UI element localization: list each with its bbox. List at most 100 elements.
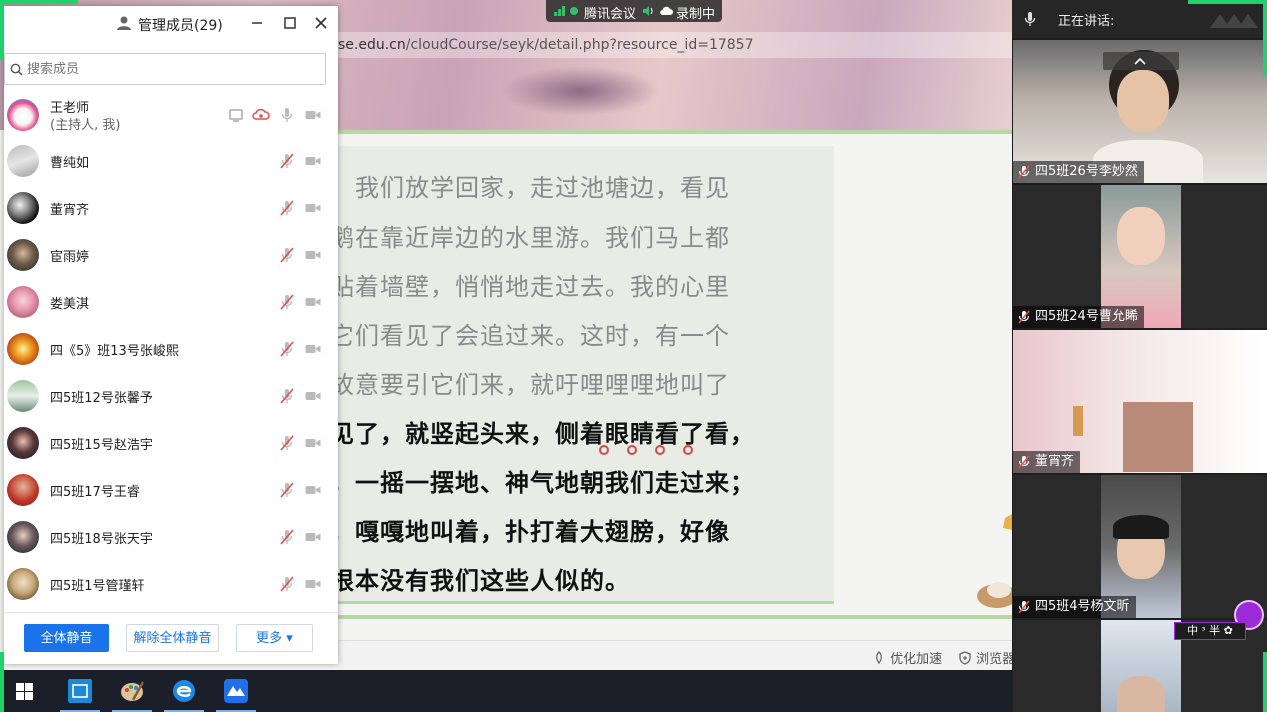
speaker-icon[interactable] — [642, 5, 654, 17]
member-name: 四5班12号张馨予 — [50, 391, 153, 406]
camera-icon[interactable] — [304, 481, 322, 499]
video-tile[interactable]: 四5班4号杨文昕 — [1013, 475, 1267, 618]
minimize-icon[interactable] — [250, 16, 264, 30]
member-name: 四5班17号王睿 — [50, 485, 140, 500]
speaking-bar: 正在讲话: — [1012, 0, 1267, 38]
microphone-muted-icon — [1018, 165, 1030, 179]
video-tile[interactable]: 四5班24号曹允睎 — [1013, 185, 1267, 328]
text-line-highlight: ，嘎嘎地叫着，扑打着大翅膀，好像 — [330, 517, 730, 546]
microphone-muted-icon[interactable] — [278, 481, 296, 499]
mute-all-button[interactable]: 全体静音 — [24, 624, 109, 652]
speaking-label: 正在讲话: — [1058, 14, 1115, 29]
member-name: 曹纯如 — [50, 156, 90, 171]
video-tile[interactable]: 董宵齐 — [1013, 330, 1267, 473]
taskbar-browser[interactable] — [160, 670, 208, 712]
camera-icon[interactable] — [304, 293, 322, 311]
microphone-icon — [1024, 12, 1036, 26]
camera-icon[interactable] — [304, 387, 322, 405]
member-row[interactable]: 四5班12号张馨予 — [4, 373, 338, 419]
member-row[interactable]: 宦雨婷 — [4, 232, 338, 278]
layout-icon[interactable] — [1210, 10, 1258, 30]
microphone-muted-icon[interactable] — [278, 340, 296, 358]
text-line-highlight: ，一摇一摆地、神气地朝我们走过来； — [330, 468, 755, 497]
search-input[interactable] — [25, 58, 315, 80]
member-row[interactable]: 四5班17号王睿 — [4, 467, 338, 513]
browser-status-strip: 优化加速 浏览器 — [338, 640, 1012, 670]
text-line-highlight: 见了，就竖起头来，侧着眼睛看了看， — [330, 419, 755, 448]
member-row[interactable]: 四《5》班13号张峻熙 — [4, 326, 338, 372]
member-name: 四5班15号赵浩宇 — [50, 438, 153, 453]
emphasis-dot — [655, 445, 665, 455]
video-label: 四5班4号杨文昕 — [1013, 596, 1136, 618]
camera-icon[interactable] — [304, 152, 322, 170]
text-line: 鹅在靠近岸边的水里游。我们马上都 — [330, 224, 730, 252]
maximize-icon[interactable] — [283, 16, 297, 30]
badge-sticker: 中 ᵌ 半 ✿ — [1174, 600, 1264, 640]
avatar — [7, 286, 39, 318]
video-tile[interactable]: 四5班26号李妙然 — [1013, 40, 1267, 183]
microphone-muted-icon[interactable] — [278, 152, 296, 170]
video-participant-name: 四5班4号杨文昕 — [1035, 599, 1130, 614]
video-face — [1117, 70, 1169, 132]
screen-share-icon[interactable] — [227, 106, 245, 124]
microphone-muted-icon[interactable] — [278, 434, 296, 452]
avatar — [7, 333, 39, 365]
member-row-host[interactable]: 王老师 (主持人, 我) — [4, 92, 338, 138]
emphasis-dot — [627, 445, 637, 455]
member-row[interactable]: 娄美淇 — [4, 279, 338, 325]
microphone-muted-icon[interactable] — [278, 575, 296, 593]
video-label: 四5班24号曹允睎 — [1013, 306, 1144, 328]
recording-status: 录制中 — [676, 7, 716, 22]
browser-link[interactable]: 浏览器 — [958, 648, 1012, 667]
taskbar-app-store[interactable] — [56, 670, 104, 712]
shield-icon — [959, 651, 971, 665]
avatar — [7, 99, 39, 131]
microphone-muted-icon[interactable] — [278, 293, 296, 311]
taskbar-tencent-meeting[interactable] — [212, 670, 260, 712]
microphone-muted-icon[interactable] — [278, 387, 296, 405]
search-box[interactable] — [4, 53, 326, 85]
member-row[interactable]: 四5班15号赵浩宇 — [4, 420, 338, 466]
text-line: 它们看见了会追过来。这时，有一个 — [330, 322, 730, 350]
member-row[interactable]: 四5班18号张天宇 — [4, 514, 338, 560]
tray-chevron-icon[interactable] — [1004, 690, 1010, 696]
microphone-icon[interactable] — [278, 106, 296, 124]
microphone-muted-icon — [1018, 600, 1030, 614]
panel-title-bar: 管理成员(29) — [4, 6, 338, 40]
taskbar-paint[interactable] — [108, 670, 156, 712]
video-label: 董宵齐 — [1013, 451, 1081, 473]
more-button[interactable]: 更多 ▾ — [236, 624, 313, 652]
palette-icon — [121, 681, 145, 701]
member-row[interactable]: 曹纯如 — [4, 138, 338, 184]
camera-icon[interactable] — [304, 528, 322, 546]
camera-icon[interactable] — [304, 106, 322, 124]
camera-icon[interactable] — [304, 434, 322, 452]
avatar — [7, 427, 39, 459]
optimize-link[interactable]: 优化加速 — [872, 648, 942, 667]
lesson-text-box: ，我们放学回家，走过池塘边，看见 鹅在靠近岸边的水里游。我们马上都 贴着墙壁，悄… — [330, 146, 834, 604]
camera-icon[interactable] — [304, 199, 322, 217]
goose-illustration — [977, 514, 1012, 608]
member-row[interactable]: 四5班1号管瑾轩 — [4, 561, 338, 607]
camera-icon[interactable] — [304, 246, 322, 264]
member-row[interactable]: 董宵齐 — [4, 185, 338, 231]
corner-mark — [1188, 0, 1267, 4]
microphone-muted-icon[interactable] — [278, 199, 296, 217]
chevron-up-icon — [1134, 57, 1146, 65]
close-icon[interactable] — [314, 16, 328, 30]
video-gallery: 正在讲话: 四5班26号李妙然 四5班24号曹允睎 董宵齐 四5班4号杨文昕 中… — [1012, 0, 1267, 712]
meeting-toolbar[interactable]: 腾讯会议 录制中 — [546, 0, 722, 22]
microphone-muted-icon[interactable] — [278, 246, 296, 264]
taskbar — [0, 670, 1012, 712]
camera-icon[interactable] — [304, 575, 322, 593]
address-bar[interactable]: se.edu.cn/cloudCourse/seyk/detail.php?re… — [338, 32, 1012, 58]
collapse-button[interactable] — [1103, 52, 1179, 70]
text-line: 贴着墙壁，悄悄地走过去。我的心里 — [330, 273, 730, 301]
member-name: 四5班1号管瑾轩 — [50, 579, 145, 594]
unmute-all-button[interactable]: 解除全体静音 — [126, 624, 219, 652]
start-button[interactable] — [0, 670, 48, 712]
camera-icon[interactable] — [304, 340, 322, 358]
emphasis-dot — [683, 445, 693, 455]
microphone-muted-icon[interactable] — [278, 528, 296, 546]
emphasis-dot — [599, 445, 609, 455]
